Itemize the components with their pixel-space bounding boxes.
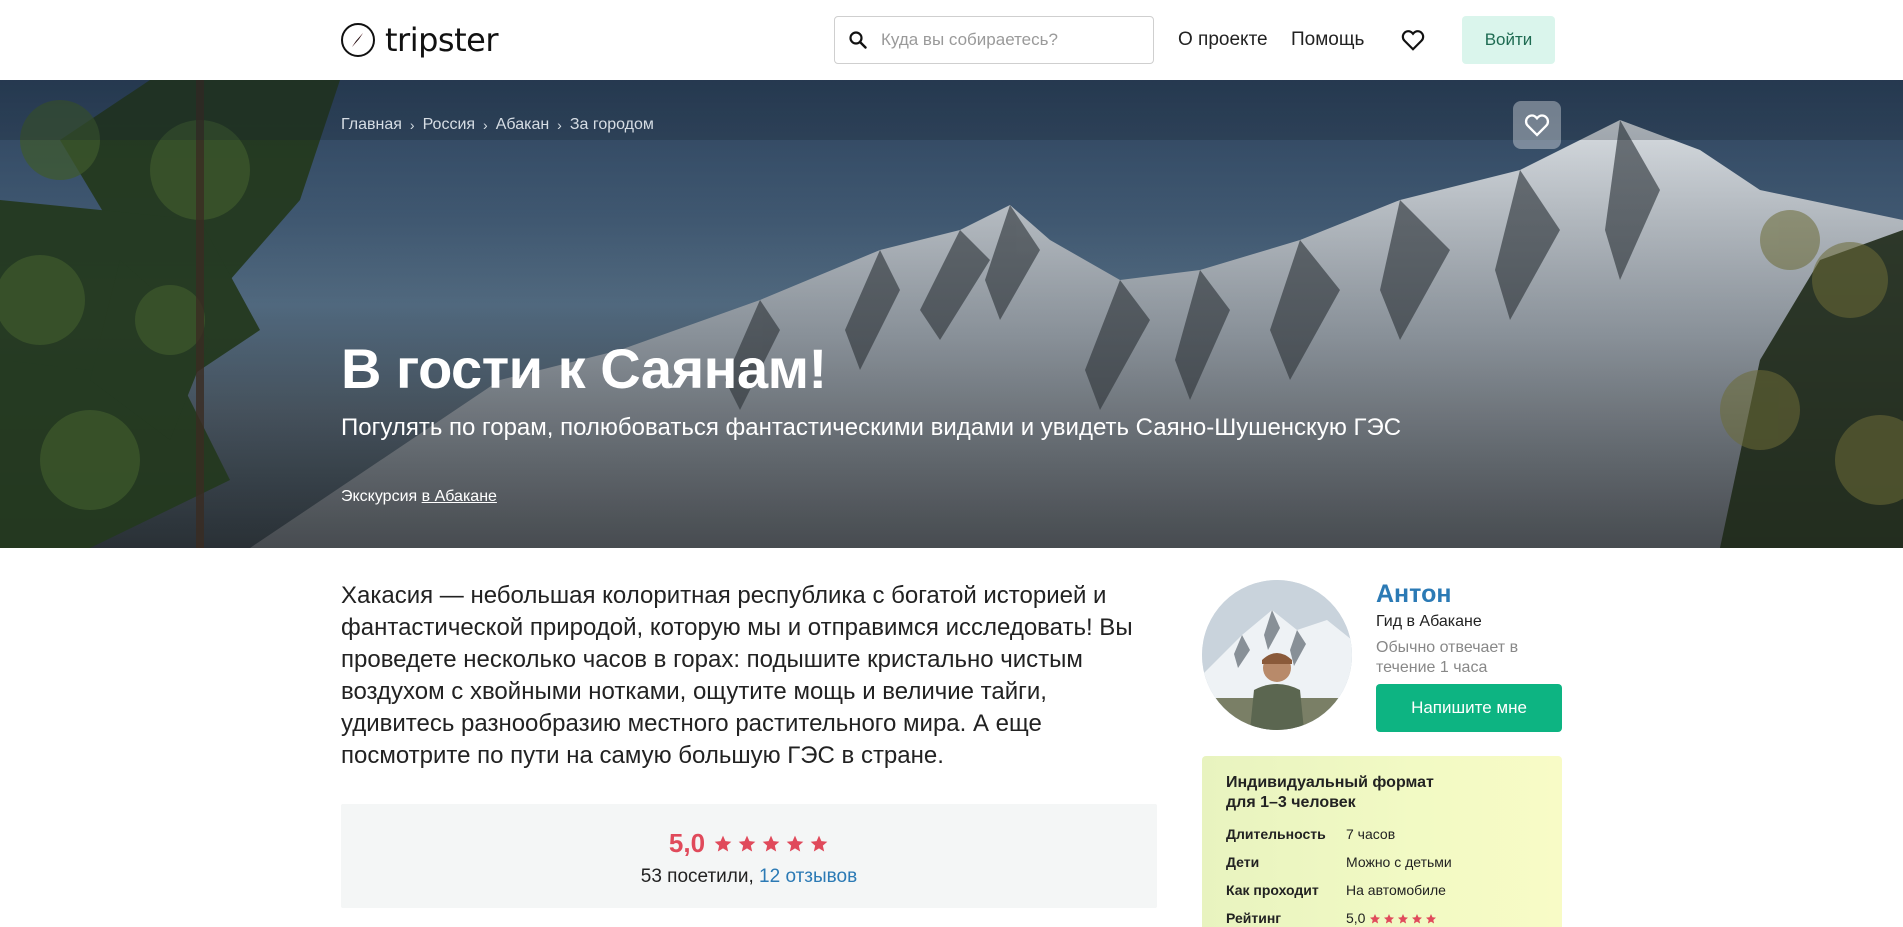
star-icon xyxy=(786,835,804,851)
star-icon xyxy=(810,835,828,851)
search-icon xyxy=(849,31,867,49)
guide-avatar[interactable] xyxy=(1202,580,1352,730)
save-favorite-button[interactable] xyxy=(1513,101,1561,149)
star-icon xyxy=(762,835,780,851)
reviews-link[interactable]: 12 отзывов xyxy=(759,866,857,887)
heart-icon xyxy=(1524,114,1550,137)
page-title: В гости к Саянам! xyxy=(341,337,827,400)
star-icon xyxy=(714,835,732,851)
star-icon xyxy=(1398,914,1409,924)
breadcrumb: Главная › Россия › Абакан › За городом xyxy=(341,116,654,134)
write-me-button[interactable]: Напишите мне xyxy=(1376,684,1562,732)
hero-banner: Главная › Россия › Абакан › За городом В… xyxy=(0,80,1903,548)
nav-about-link[interactable]: О проекте xyxy=(1178,29,1268,51)
format-card: Индивидуальный формат для 1–3 человек Дл… xyxy=(1202,756,1562,927)
format-value: 5,0 xyxy=(1346,910,1437,926)
mountain-photo xyxy=(0,80,1903,548)
chevron-right-icon: › xyxy=(409,117,415,133)
breadcrumb-abakan[interactable]: Абакан xyxy=(496,116,549,134)
format-rating-stars xyxy=(1369,913,1437,925)
guide-role: Гид в Абакане xyxy=(1376,613,1482,630)
compass-icon xyxy=(341,23,375,57)
tour-type: Экскурсия в Абакане xyxy=(341,488,497,506)
rating-line: 5,0 xyxy=(341,828,1157,859)
tripster-logo[interactable]: tripster xyxy=(341,21,498,59)
guide-response-time: Обычно отвечает в течение 1 часа xyxy=(1376,639,1519,676)
star-icon xyxy=(1412,914,1423,924)
tour-description: Хакасия — небольшая колоритная республик… xyxy=(341,582,1133,769)
star-icon xyxy=(1370,914,1381,924)
format-key: Как проходит xyxy=(1226,882,1319,898)
nav-help-link[interactable]: Помощь xyxy=(1291,29,1364,51)
star-icon xyxy=(1426,914,1437,924)
format-value: 7 часов xyxy=(1346,826,1396,842)
chevron-right-icon: › xyxy=(483,117,488,133)
star-icon xyxy=(1384,914,1395,924)
rating-summary: 5,0 53 посетили, 12 отзывов xyxy=(341,804,1157,908)
top-header: tripster О проекте Помощь Войти xyxy=(0,0,1903,80)
breadcrumb-russia[interactable]: Россия xyxy=(423,116,475,134)
guide-photo xyxy=(1202,580,1352,730)
format-rating-value: 5,0 xyxy=(1346,910,1366,926)
rating-stars xyxy=(713,834,829,854)
rating-value: 5,0 xyxy=(668,828,706,858)
breadcrumb-home[interactable]: Главная xyxy=(341,116,402,134)
search-box[interactable] xyxy=(834,16,1154,64)
star-icon xyxy=(738,835,756,851)
format-value: На автомобиле xyxy=(1346,882,1446,898)
format-key: Рейтинг xyxy=(1226,910,1282,926)
breadcrumb-outside-city[interactable]: За городом xyxy=(570,116,654,134)
guide-name[interactable]: Антон xyxy=(1376,580,1451,609)
visitors-line: 53 посетили, 12 отзывов xyxy=(341,866,1157,888)
tour-type-prefix: Экскурсия xyxy=(341,488,418,505)
format-value: Можно с детьми xyxy=(1346,854,1452,870)
search-input[interactable] xyxy=(881,30,1131,50)
format-title: Индивидуальный формат для 1–3 человек xyxy=(1226,774,1434,811)
format-key: Длительность xyxy=(1226,826,1326,842)
page-subtitle: Погулять по горам, полюбоваться фантасти… xyxy=(341,414,1402,441)
city-link[interactable]: в Абакане xyxy=(422,488,497,505)
logo-text: tripster xyxy=(385,21,498,59)
visitors-count: 53 посетили, xyxy=(640,866,754,887)
login-button[interactable]: Войти xyxy=(1462,16,1555,64)
format-key: Дети xyxy=(1226,854,1260,870)
chevron-right-icon: › xyxy=(557,117,562,133)
favorites-heart-icon[interactable] xyxy=(1400,27,1426,53)
